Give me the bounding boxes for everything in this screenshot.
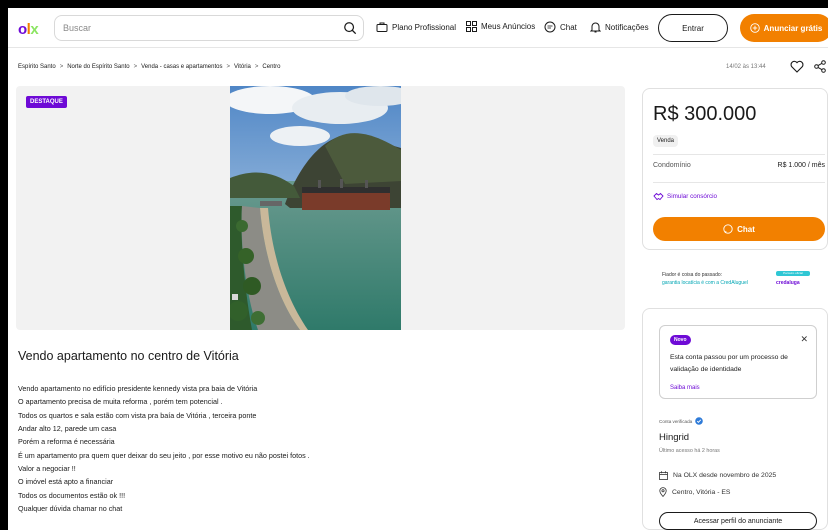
nav-plano-profissional[interactable]: Plano Profissional [376, 21, 456, 33]
description-line: Vendo apartamento no edifício presidente… [18, 384, 258, 393]
saiba-mais-link[interactable]: Saiba mais [670, 385, 700, 391]
nav-plano-label: Plano Profissional [392, 22, 457, 32]
price: R$ 300.000 [653, 103, 757, 125]
entrar-button[interactable]: Entrar [658, 14, 728, 42]
breadcrumb: Espírito Santo > Norte do Espírito Santo… [18, 64, 280, 70]
briefcase-icon [376, 22, 388, 32]
condominio-value: R$ 1.000 / mês [777, 162, 825, 169]
description-line: O imóvel está apto a financiar [18, 477, 114, 487]
grid-icon [466, 21, 477, 32]
handshake-icon [653, 192, 664, 201]
breadcrumb-separator: > [59, 64, 64, 70]
listing-actions [790, 60, 826, 73]
listing-title: Vendo apartamento no centro de Vitória [18, 349, 239, 363]
description-line: O apartamento precisa de muita reforma ,… [18, 397, 223, 407]
olx-logo[interactable]: olx [18, 21, 39, 38]
pin-icon [659, 487, 667, 497]
description-line: Andar alto 12, parede um casa [18, 424, 117, 434]
close-icon[interactable]: ✕ [800, 334, 808, 345]
location-text: Centro, Vitória - ES [672, 488, 731, 496]
description-line: Qualquer dúvida chamar no chat [18, 504, 123, 514]
bell-icon [590, 22, 601, 33]
chat-bubble-icon [544, 21, 556, 33]
nav-chat-label: Chat [560, 22, 577, 32]
last-access: Último acesso há 2 horas [659, 448, 720, 454]
calendar-icon [659, 471, 668, 480]
simular-label: Simular consórcio [667, 193, 718, 200]
share-icon[interactable] [814, 60, 826, 73]
breadcrumb-separator: > [133, 64, 138, 70]
top-header: olx Plano Profissional Meus Anúncios Cha… [8, 8, 828, 48]
nav-notificacoes[interactable]: Notificações [590, 21, 649, 33]
search-box [54, 15, 364, 41]
divider [653, 182, 825, 183]
condominio-row: Condomínio R$ 1.000 / mês [653, 162, 825, 169]
search-icon[interactable] [343, 21, 357, 35]
acessar-perfil-button[interactable]: Acessar perfil do anunciante [659, 512, 817, 530]
search-input[interactable] [63, 20, 323, 36]
plus-circle-icon [749, 23, 760, 33]
verified-account: Conta verificada [659, 417, 704, 425]
chat-bubble-icon [723, 224, 733, 234]
chat-button[interactable]: Chat [653, 217, 825, 241]
breadcrumb-item[interactable]: Centro [262, 64, 280, 70]
simular-consorcio-link[interactable]: Simular consórcio [653, 192, 717, 201]
price-card: R$ 300.000 Venda Condomínio R$ 1.000 / m… [642, 88, 828, 250]
banner-line-1: Fiador é coisa do passado: [662, 272, 723, 278]
member-since: Na OLX desde novembro de 2025 [659, 471, 776, 480]
member-since-text: Na OLX desde novembro de 2025 [673, 472, 777, 479]
nav-notificacoes-label: Notificações [605, 22, 649, 32]
heart-icon[interactable] [790, 60, 804, 73]
description-line: Todos os documentos estão ok !!! [18, 490, 126, 500]
listing-photo[interactable] [230, 86, 401, 330]
description-line: Porém a reforma é necessária [18, 437, 115, 447]
verified-check-icon [695, 417, 704, 425]
seller-card: Novo ✕ Esta conta passou por um processo… [642, 308, 828, 530]
nav-chat[interactable]: Chat [544, 21, 577, 33]
destaque-badge: DESTAQUE [26, 96, 67, 108]
nav-meus-anuncios[interactable]: Meus Anúncios [466, 21, 535, 32]
description-line: É um apartamento pra quem quer deixar do… [18, 450, 310, 460]
seller-name: Hingrid [659, 432, 690, 443]
anunciar-button[interactable]: Anunciar grátis [740, 14, 828, 42]
breadcrumb-item[interactable]: Espírito Santo [18, 64, 56, 70]
harbor-view-image [230, 86, 401, 330]
anunciar-label: Anunciar grátis [763, 23, 823, 33]
venda-tag: Venda [653, 135, 679, 147]
posted-date: 14/02 às 13:44 [726, 64, 766, 70]
logo-o: o [18, 21, 27, 38]
credaluga-banner[interactable]: Fiador é coisa do passado: garantia loca… [660, 270, 828, 294]
banner-pill: Parceiro oficial [776, 271, 810, 276]
breadcrumb-separator: > [254, 64, 259, 70]
logo-x: x [30, 21, 39, 38]
divider [653, 154, 825, 155]
listing-description: Vendo apartamento no edifício presidente… [18, 382, 310, 515]
chat-button-label: Chat [737, 224, 755, 234]
verified-label: Conta verificada [659, 418, 693, 424]
description-line: Valor a negociar !! [18, 464, 76, 474]
notice-message: Esta conta passou por um processo de val… [670, 354, 788, 373]
olx-listing-page: olx Plano Profissional Meus Anúncios Cha… [8, 8, 828, 530]
condominio-label: Condomínio [653, 162, 691, 169]
novo-badge: Novo [670, 335, 691, 345]
breadcrumb-item[interactable]: Norte do Espírito Santo [67, 64, 129, 70]
seller-location: Centro, Vitória - ES [659, 487, 730, 497]
breadcrumb-item[interactable]: Vitória [234, 64, 251, 70]
breadcrumb-item[interactable]: Venda - casas e apartamentos [141, 64, 222, 70]
credaluga-logo: credaluga [776, 280, 800, 286]
breadcrumb-separator: > [226, 64, 230, 70]
verification-notice: Novo ✕ Esta conta passou por um processo… [659, 325, 817, 399]
nav-meus-anuncios-label: Meus Anúncios [481, 22, 536, 31]
banner-line-2: garantia locatícia é com a CredAluguel [662, 280, 748, 286]
description-line: Todos os quartos e sala estão com vista … [18, 410, 257, 420]
